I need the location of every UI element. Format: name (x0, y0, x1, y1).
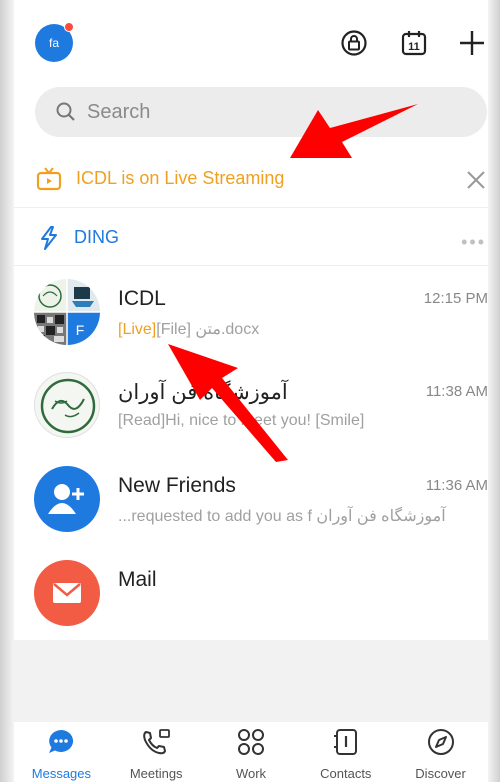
lock-chat-icon[interactable] (339, 28, 369, 58)
messages-icon (49, 729, 74, 753)
tab-meetings[interactable]: Meetings (109, 722, 204, 782)
live-tv-icon (36, 166, 62, 190)
more-options-icon[interactable]: ••• (461, 232, 486, 253)
search-input[interactable] (87, 100, 447, 124)
conversation-name: New Friends (118, 474, 236, 497)
conversation-item[interactable]: New Friends 11:36 AM آموزشگاه فن آوران r… (14, 453, 488, 547)
compass-icon (427, 729, 454, 755)
preview-text: [File] متن.docx (156, 321, 260, 338)
my-avatar[interactable]: fa (35, 22, 74, 62)
tab-label: Meetings (129, 766, 183, 781)
tab-contacts[interactable]: Contacts (298, 722, 393, 782)
add-user-icon (48, 484, 84, 514)
conversation-name: Mail (118, 568, 157, 591)
mail-avatar (34, 560, 100, 626)
calendar-day: 11 (408, 41, 420, 53)
search-icon (56, 102, 75, 121)
conversation-item[interactable]: F ICDL 12:15 PM [Live][File] متن.docx (14, 266, 488, 360)
group-avatar: F (34, 279, 100, 345)
work-grid-icon (237, 729, 264, 755)
mail-icon (53, 583, 81, 603)
contacts-book-icon (333, 729, 357, 755)
top-bar: fa 11 (14, 0, 488, 80)
conversation-name: ICDL (118, 287, 166, 310)
ding-row[interactable]: DING ••• (14, 210, 488, 266)
live-tag: [Live] (118, 321, 157, 338)
new-friends-avatar (34, 466, 100, 532)
tab-label: Messages (31, 766, 92, 781)
conversation-time: 12:15 PM (423, 290, 488, 307)
right-shadow (488, 0, 500, 782)
live-streaming-banner[interactable]: ICDL is on Live Streaming (14, 150, 488, 208)
calendar-icon[interactable]: 11 (399, 28, 429, 58)
avatar-badge-letter: F (76, 322, 85, 338)
meetings-phone-icon (143, 729, 171, 755)
bottom-tab-bar: Messages Meetings Work Contacts Discover (14, 722, 488, 782)
tab-work[interactable]: Work (204, 722, 299, 782)
tab-discover[interactable]: Discover (393, 722, 488, 782)
conversation-time: 11:38 AM (425, 383, 488, 400)
conversation-preview: [Read]Hi, nice to meet you! [Smile] (118, 412, 365, 429)
tab-label: Discover (415, 766, 466, 781)
ding-lightning-icon (41, 225, 57, 250)
search-bar[interactable] (35, 87, 487, 137)
institute-logo-avatar (34, 372, 100, 438)
notification-dot (64, 22, 74, 32)
conversation-time: 11:36 AM (425, 477, 488, 494)
tab-messages[interactable]: Messages (14, 722, 109, 782)
close-icon[interactable] (464, 168, 488, 192)
left-shadow (0, 0, 14, 782)
live-banner-text: ICDL is on Live Streaming (76, 168, 285, 188)
conversation-name: آموزشگاه فن آوران (118, 381, 288, 404)
tab-label: Work (235, 766, 267, 781)
conversation-preview: [Live][File] متن.docx (118, 319, 259, 339)
empty-list-area (14, 640, 488, 722)
conversation-item[interactable]: آموزشگاه فن آوران 11:38 AM [Read]Hi, nic… (14, 359, 488, 453)
ding-label: DING (74, 227, 119, 247)
plus-icon[interactable] (457, 28, 487, 58)
screen: fa 11 Search ICDL is on Live Streaming D… (0, 0, 500, 782)
avatar-initials: fa (48, 36, 59, 50)
messages-app: fa 11 Search ICDL is on Live Streaming D… (14, 0, 488, 782)
tab-label: Contacts (320, 766, 372, 781)
conversation-preview: آموزشگاه فن آوران requested to add you a… (118, 508, 446, 525)
conversation-item[interactable]: Mail (14, 547, 488, 641)
